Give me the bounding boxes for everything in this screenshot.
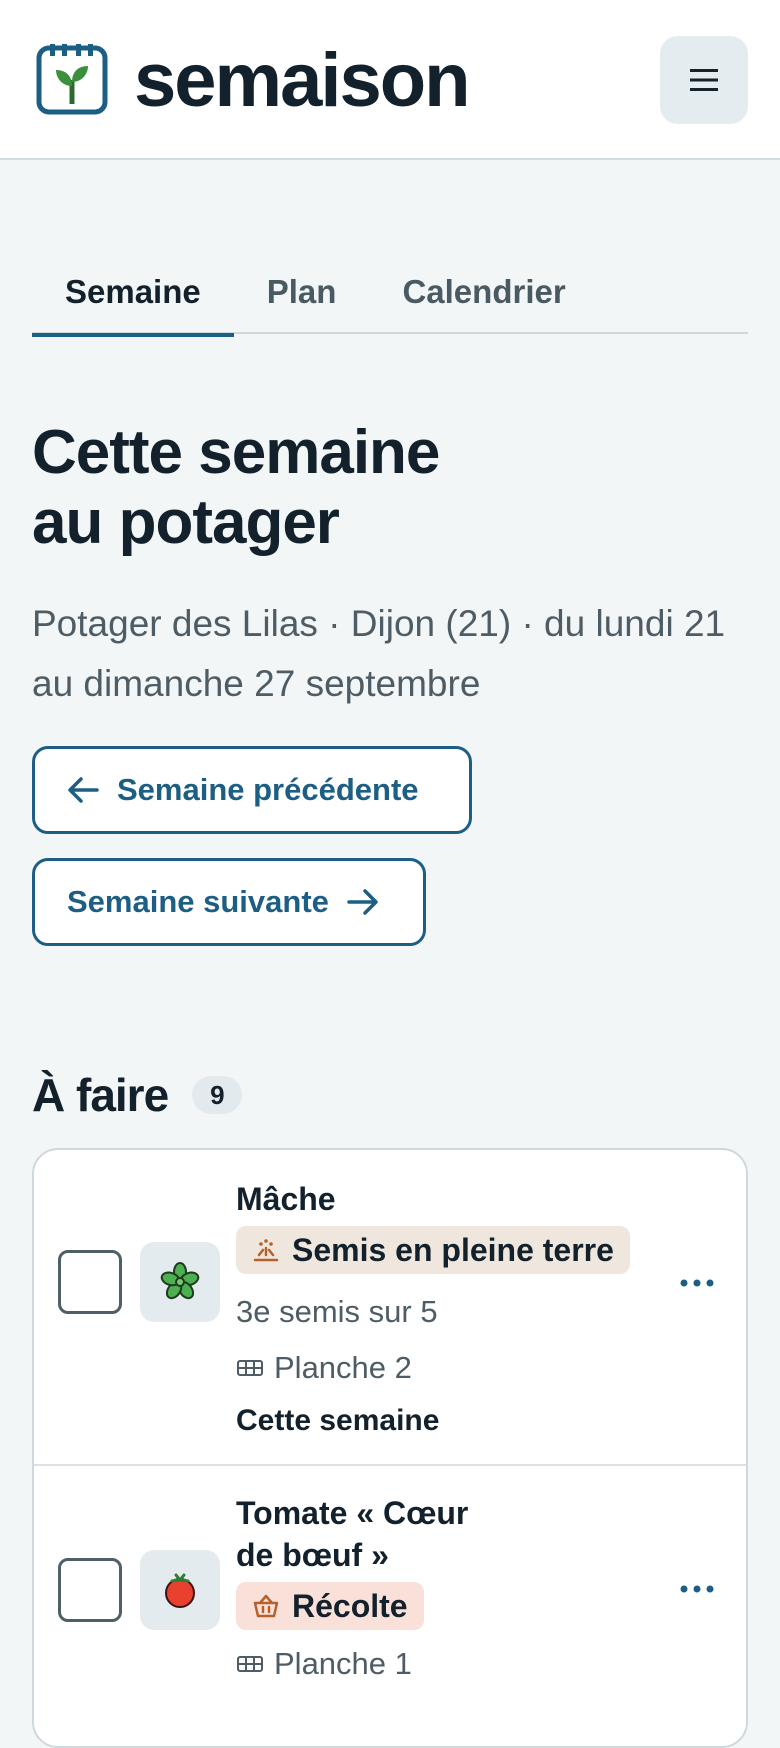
task-checkbox[interactable] [58, 1558, 122, 1622]
task-detail: 3e semis sur 5 [236, 1294, 438, 1329]
previous-week-label: Semaine précédente [117, 772, 419, 807]
menu-button[interactable] [660, 36, 748, 124]
todo-section-title: À faire 9 [32, 1068, 242, 1122]
task-type-label: Semis en pleine terre [292, 1231, 614, 1268]
more-options-icon [680, 1585, 714, 1593]
task-due: Cette semaine [236, 1404, 440, 1437]
garden-bed-icon [237, 1360, 263, 1376]
todo-count-badge: 9 [192, 1076, 242, 1114]
arrow-right-icon [347, 889, 378, 915]
task-checkbox[interactable] [58, 1250, 122, 1314]
task-bed: Planche 1 [236, 1646, 656, 1682]
tab-plan[interactable]: Plan [234, 250, 370, 334]
app-header: semaison [0, 0, 780, 160]
task-more-button[interactable] [662, 1258, 732, 1308]
task-item: Tomate « Cœur de bœuf » Récolte Planche … [34, 1466, 746, 1746]
task-more-button[interactable] [662, 1564, 732, 1614]
tab-semaine[interactable]: Semaine [32, 250, 234, 337]
brand-name: semaison [134, 38, 471, 123]
task-crop-name-line2: de bœuf » [236, 1537, 389, 1573]
page-subtitle: Potager des Lilas · Dijon (21) · du lund… [32, 603, 726, 704]
tomato-icon [140, 1550, 220, 1630]
view-tabs: Semaine Plan Calendrier [32, 250, 748, 337]
task-crop-name: Mâche [236, 1181, 336, 1217]
task-bed-label: Planche 1 [274, 1646, 412, 1681]
task-bed-label: Planche 2 [274, 1350, 412, 1385]
sowing-icon [253, 1239, 279, 1262]
page-title-line1: Cette semaine [32, 418, 440, 487]
tab-calendrier[interactable]: Calendrier [369, 250, 598, 334]
task-crop-name: Tomate « Cœur de bœuf » [236, 1492, 656, 1576]
next-week-button[interactable]: Semaine suivante [32, 858, 426, 946]
hamburger-icon [690, 69, 718, 91]
seedling-calendar-logo-icon [36, 44, 108, 115]
task-type-chip: Récolte [236, 1582, 424, 1630]
task-type-chip: Semis en pleine terre [236, 1226, 630, 1274]
task-bed: Planche 2 [236, 1350, 656, 1386]
basket-icon [253, 1594, 279, 1618]
task-details: Tomate « Cœur de bœuf » Récolte Planche … [236, 1492, 656, 1682]
task-item: Mâche Semis en pleine terre 3e semis sur… [34, 1150, 746, 1466]
todo-task-list: Mâche Semis en pleine terre 3e semis sur… [32, 1148, 748, 1748]
arrow-left-icon [68, 777, 99, 803]
page-title: Cette semaine au potager [32, 418, 632, 558]
todo-title: À faire [32, 1069, 169, 1121]
task-details: Mâche Semis en pleine terre 3e semis sur… [236, 1178, 656, 1438]
garden-bed-icon [237, 1656, 263, 1672]
lettuce-icon [140, 1242, 220, 1322]
next-week-label: Semaine suivante [67, 884, 329, 919]
task-crop-name-line1: Tomate « Cœur [236, 1495, 469, 1531]
task-type-label: Récolte [292, 1587, 408, 1624]
more-options-icon [680, 1279, 714, 1287]
previous-week-button[interactable]: Semaine précédente [32, 746, 472, 834]
page-title-line2: au potager [32, 488, 340, 557]
